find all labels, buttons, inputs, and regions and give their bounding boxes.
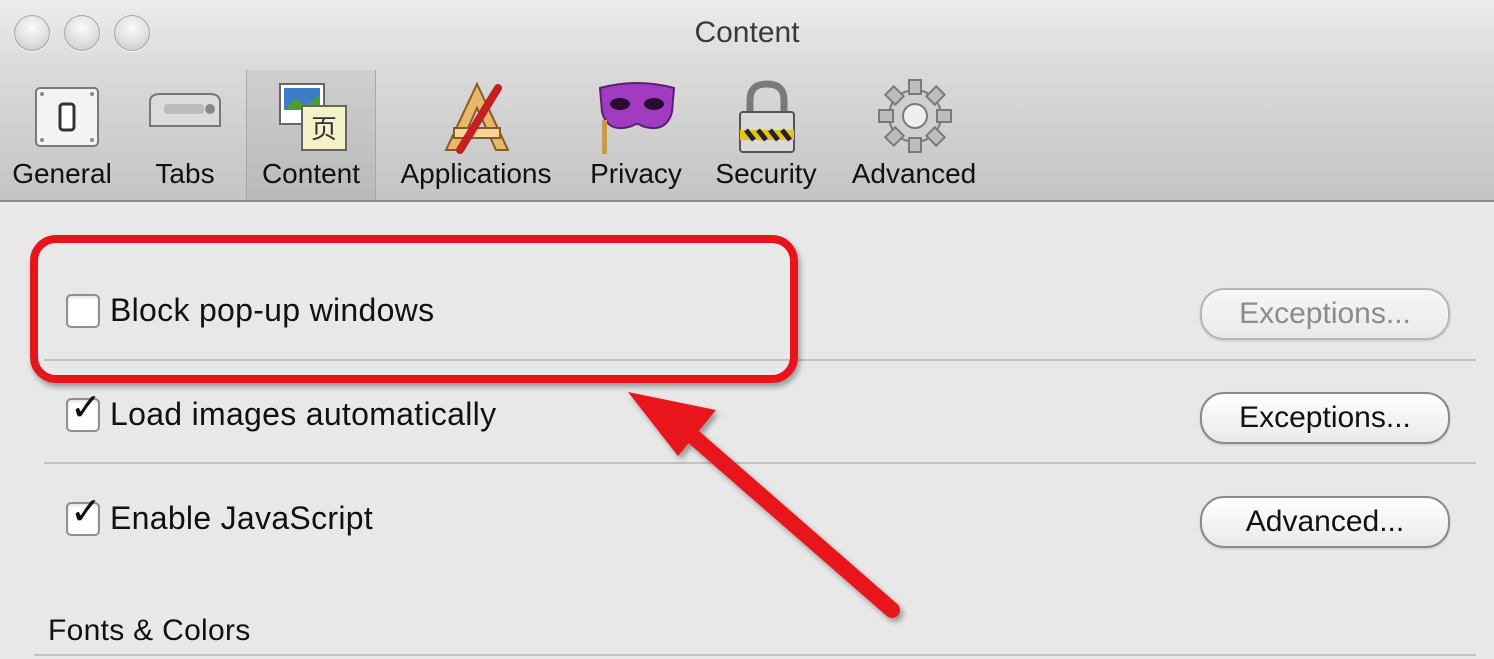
preferences-window: Content General Tabs 页 Content Applicati…	[0, 0, 1494, 659]
arrow-annotation	[628, 392, 900, 618]
